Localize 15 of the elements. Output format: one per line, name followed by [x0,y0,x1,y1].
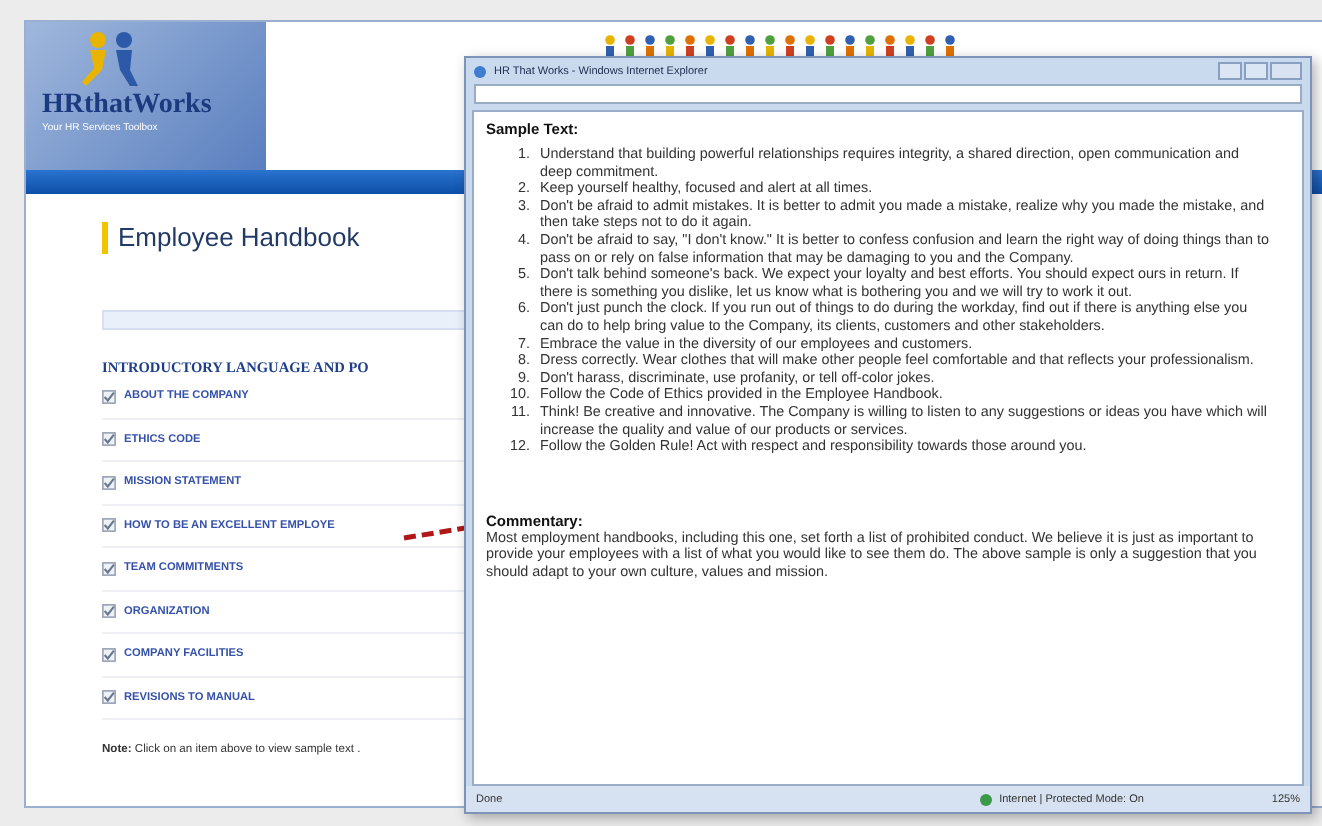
maximize-button[interactable] [1244,62,1268,80]
logo-text: HRthatWorks [42,90,212,122]
checkmark-icon [102,475,116,490]
checkmark-icon [102,518,116,533]
checkmark-icon [102,690,116,705]
minimize-button[interactable] [1218,62,1242,80]
checkmark-icon [102,604,116,619]
checkmark-icon [102,647,116,662]
close-button[interactable] [1270,62,1302,80]
checkmark-icon [102,561,116,576]
checkmark-icon [102,432,116,447]
checkmark-icon [102,389,116,404]
browser-icon [474,65,486,77]
address-field[interactable] [474,84,1302,104]
globe-icon [979,793,992,805]
